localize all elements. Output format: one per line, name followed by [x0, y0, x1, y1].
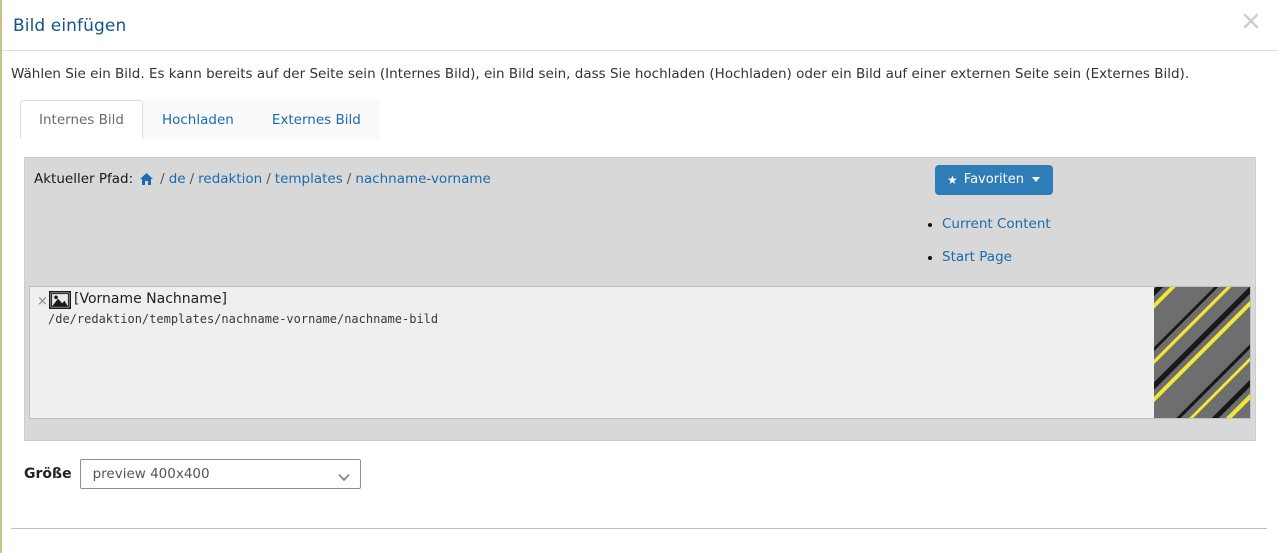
favorites-list: Current Content Start Page	[920, 208, 1051, 274]
image-thumbnail[interactable]	[1154, 287, 1250, 418]
dialog-description: Wählen Sie ein Bild. Es kann bereits auf…	[11, 66, 1190, 82]
breadcrumb-link-redaktion[interactable]: redaktion	[198, 171, 262, 187]
favorites-button[interactable]: ★ Favoriten	[935, 165, 1053, 195]
bottom-divider	[11, 528, 1267, 529]
table-row[interactable]: × [Vorname Nachname] /de/redaktion/templ…	[30, 287, 1250, 418]
tab-bar: Internes Bild Hochladen Externes Bild	[20, 100, 380, 139]
breadcrumb-link-nachname-vorname[interactable]: nachname-vorname	[355, 171, 490, 187]
breadcrumb-link-de[interactable]: de	[169, 171, 186, 187]
tab-hochladen[interactable]: Hochladen	[142, 100, 253, 139]
breadcrumb-link-templates[interactable]: templates	[275, 171, 343, 187]
breadcrumb: Aktueller Pfad: / de / redaktion / templ…	[34, 171, 491, 187]
favorites-link-start-page[interactable]: Start Page	[942, 249, 1012, 265]
page-left-border	[0, 0, 2, 553]
file-path: /de/redaktion/templates/nachname-vorname…	[48, 312, 439, 326]
dialog-header: Bild einfügen	[2, 0, 1278, 51]
list-item[interactable]: Start Page	[928, 241, 1051, 274]
favorites-button-label: Favoriten	[963, 172, 1024, 187]
image-browser-panel: Aktueller Pfad: / de / redaktion / templ…	[24, 157, 1256, 441]
breadcrumb-label: Aktueller Pfad:	[34, 171, 134, 187]
chevron-down-icon	[337, 470, 350, 486]
file-title: [Vorname Nachname]	[74, 291, 227, 307]
size-select-value: preview 400x400	[92, 466, 210, 482]
remove-item-icon[interactable]: ×	[37, 295, 48, 308]
page-title: Bild einfügen	[13, 16, 127, 36]
size-row: Größe preview 400x400	[24, 459, 361, 489]
file-list: × [Vorname Nachname] /de/redaktion/templ…	[29, 286, 1251, 419]
breadcrumb-separator-3: /	[266, 171, 271, 187]
size-select[interactable]: preview 400x400	[79, 459, 361, 489]
chevron-down-icon	[1032, 177, 1040, 182]
image-file-icon	[49, 291, 71, 309]
star-icon: ★	[947, 172, 958, 187]
tab-externes-bild[interactable]: Externes Bild	[252, 100, 380, 139]
size-label: Größe	[24, 466, 72, 482]
home-icon[interactable]	[139, 172, 154, 186]
list-item[interactable]: Current Content	[928, 208, 1051, 241]
breadcrumb-separator-1: /	[160, 171, 165, 187]
close-icon[interactable]	[1237, 7, 1265, 35]
breadcrumb-separator-2: /	[189, 171, 195, 187]
tab-internes-bild[interactable]: Internes Bild	[20, 100, 143, 139]
breadcrumb-separator-4: /	[346, 171, 352, 187]
favorites-link-current-content[interactable]: Current Content	[942, 216, 1051, 232]
